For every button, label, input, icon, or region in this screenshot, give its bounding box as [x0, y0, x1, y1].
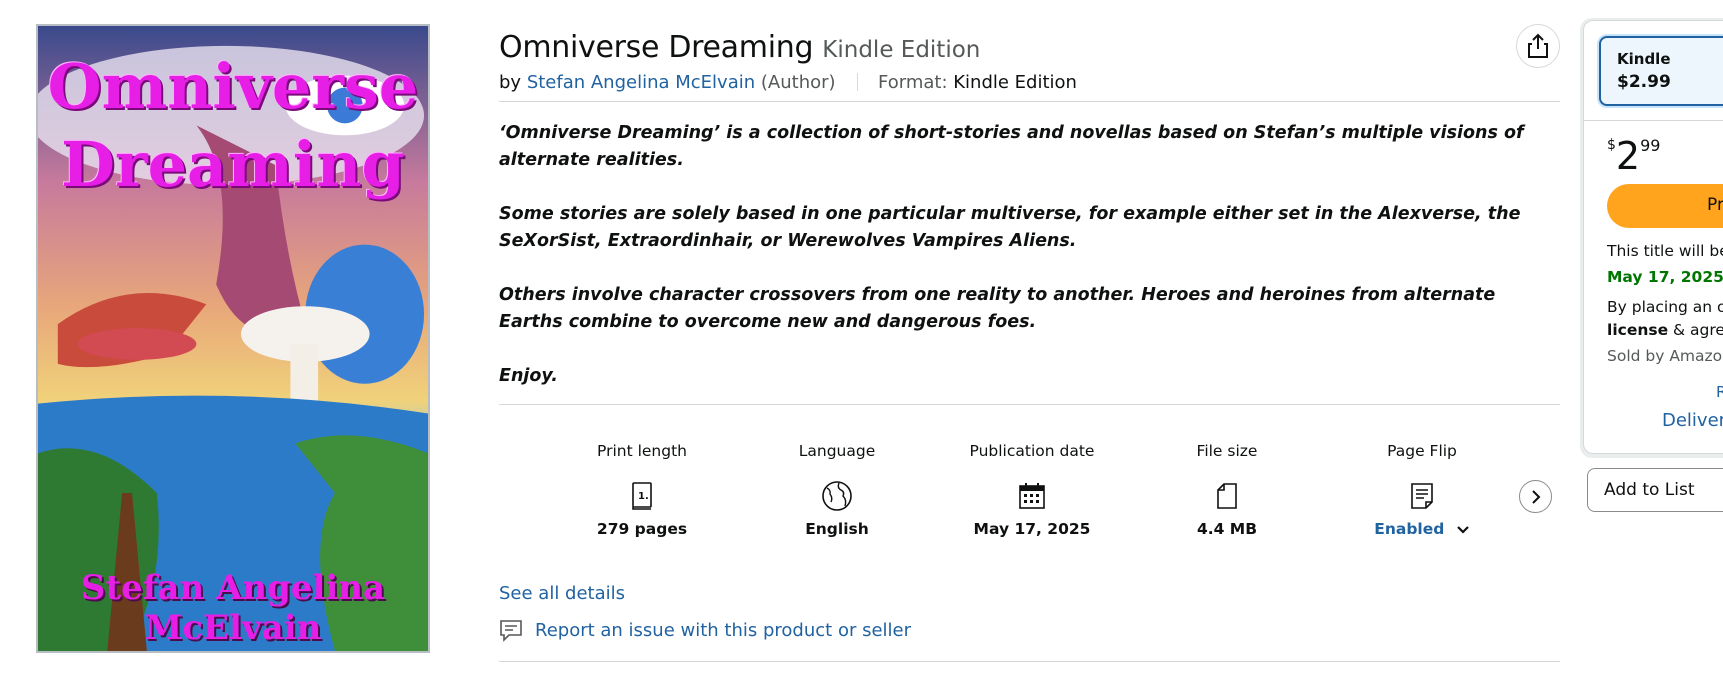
cover-title-line-1: Omniverse — [47, 50, 419, 123]
book-description: ‘Omniverse Dreaming’ is a collection of … — [499, 120, 1560, 390]
detail-language[interactable]: Language English — [752, 442, 922, 538]
report-issue-label: Report an issue with this product or sel… — [535, 619, 912, 641]
cover-title-line-2: Dreaming — [61, 128, 405, 201]
description-paragraph: Others involve character crossovers from… — [499, 285, 1496, 332]
detail-value: May 17, 2025 — [973, 520, 1091, 538]
deliver-to-link[interactable]: Deliver — [1662, 410, 1723, 431]
page-flip-toggle[interactable]: Enabled — [1337, 520, 1507, 538]
price: $299 — [1607, 134, 1660, 178]
price-symbol: $ — [1607, 137, 1616, 153]
description-paragraph: Some stories are solely based in one par… — [499, 204, 1521, 251]
format-tile-price: $2.99 — [1617, 72, 1671, 92]
detail-publication-date[interactable]: Publication date May 17, 2025 — [947, 442, 1117, 538]
book-cover-image[interactable]: Omniverse Dreaming Stefan Angelina McElv… — [36, 24, 430, 653]
detail-value: Enabled — [1374, 520, 1445, 538]
release-text: This title will be — [1607, 242, 1723, 260]
sold-by: Sold by Amazon — [1607, 347, 1723, 365]
license-terms: license & agreei — [1607, 321, 1723, 339]
release-date-value: May 17, 2025 — [1607, 268, 1723, 286]
release-date: May 17, 2025. — [1607, 268, 1723, 286]
price-fraction: 99 — [1640, 136, 1661, 155]
divider — [499, 404, 1560, 405]
license-link[interactable]: license — [1607, 321, 1668, 339]
detail-file-size[interactable]: File size 4.4 MB — [1142, 442, 1312, 538]
product-title: Omniverse Dreaming — [499, 30, 814, 65]
detail-page-flip[interactable]: Page Flip Enabled — [1337, 442, 1507, 538]
carousel-next-button[interactable] — [1519, 480, 1552, 513]
book-pages-icon: 1. — [632, 482, 652, 510]
file-icon — [1217, 483, 1237, 509]
share-icon — [1528, 33, 1548, 58]
detail-label: Publication date — [969, 442, 1095, 460]
detail-label: File size — [1196, 442, 1258, 460]
title-row: Omniverse Dreaming Kindle Edition — [499, 30, 1560, 70]
detail-value: English — [805, 520, 869, 538]
add-to-list-button[interactable]: Add to List — [1587, 468, 1723, 512]
detail-label: Print length — [597, 442, 687, 460]
svg-text:1.: 1. — [638, 491, 649, 502]
format-label: Format: — [878, 72, 948, 93]
share-button[interactable] — [1516, 24, 1560, 68]
cover-author-line-1: Stefan Angelina — [80, 568, 386, 608]
detail-print-length[interactable]: Print length 1. 279 pages — [557, 442, 727, 538]
detail-value: 4.4 MB — [1196, 520, 1258, 538]
license-rest: & agreei — [1673, 321, 1723, 339]
format-tile-name: Kindle — [1617, 50, 1671, 68]
author-link[interactable]: Stefan Angelina McElvain — [527, 72, 755, 93]
chevron-right-icon — [1531, 489, 1540, 504]
description-paragraph: ‘Omniverse Dreaming’ is a collection of … — [499, 123, 1524, 170]
divider — [1584, 120, 1723, 121]
format-value: Kindle Edition — [953, 72, 1077, 93]
byline: by Stefan Angelina McElvain (Author) For… — [499, 72, 1560, 93]
detail-label: Language — [798, 442, 876, 460]
preorder-button[interactable]: Pr — [1607, 184, 1723, 228]
detail-value: 279 pages — [596, 520, 688, 538]
order-terms-text: By placing an or — [1607, 298, 1723, 316]
page-flip-icon — [1411, 483, 1433, 509]
feedback-icon — [500, 620, 522, 642]
product-info: Omniverse Dreaming Kindle Edition by Ste… — [499, 24, 1560, 405]
globe-icon — [822, 481, 852, 511]
format-tile-kindle[interactable]: Kindle $2.99 — [1599, 36, 1723, 106]
buybox-link[interactable]: R — [1716, 383, 1723, 401]
chevron-down-icon — [1456, 526, 1469, 534]
price-whole: 2 — [1615, 134, 1641, 178]
see-all-details-link[interactable]: See all details — [499, 583, 625, 604]
product-edition: Kindle Edition — [822, 37, 981, 63]
description-paragraph: Enjoy. — [499, 366, 558, 386]
author-role: (Author) — [760, 72, 836, 93]
byline-divider — [857, 73, 859, 91]
by-label: by — [499, 72, 522, 93]
divider — [499, 101, 1560, 102]
detail-label: Page Flip — [1387, 442, 1457, 460]
book-details-carousel: Print length 1. 279 pages Language Engli… — [499, 442, 1560, 567]
calendar-icon — [1019, 483, 1045, 509]
divider — [499, 661, 1560, 662]
cover-author-line-2: McElvain — [144, 608, 322, 648]
report-issue-link[interactable]: Report an issue with this product or sel… — [499, 618, 911, 642]
